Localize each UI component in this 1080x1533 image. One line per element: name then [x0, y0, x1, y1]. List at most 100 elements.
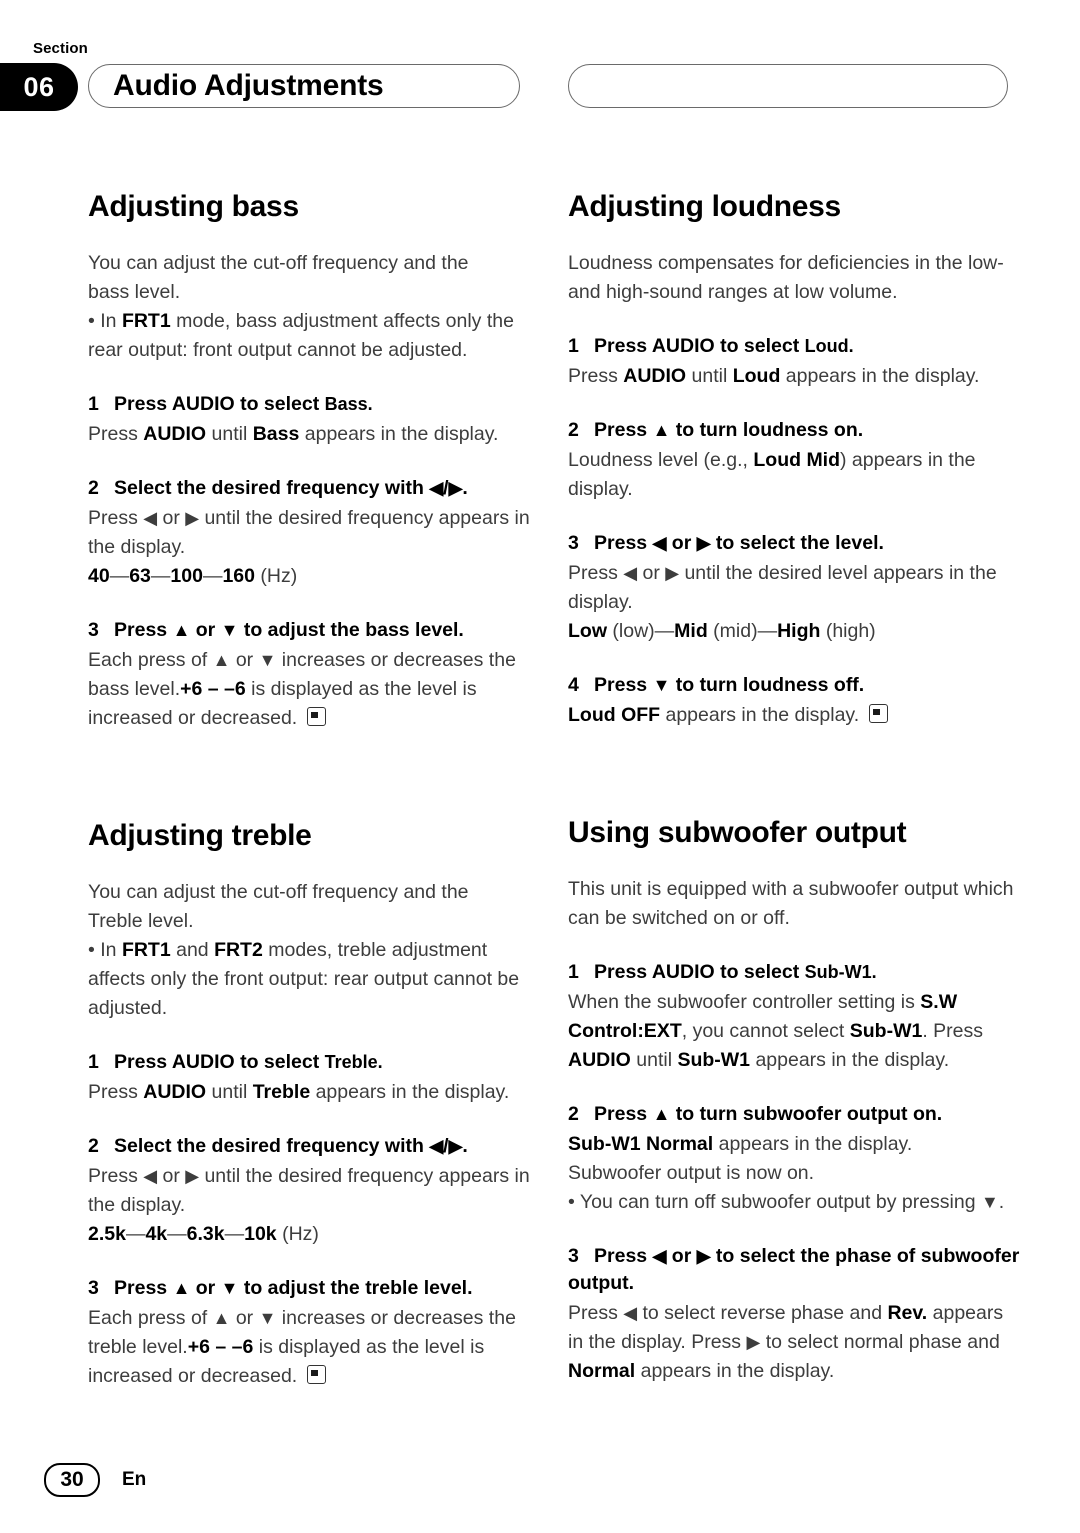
step-number: 2	[88, 477, 99, 499]
section-label: Section	[33, 40, 88, 57]
left-arrow-icon: ◀	[429, 1136, 444, 1156]
up-arrow-icon: ▲	[212, 1308, 231, 1328]
step-number: 1	[568, 335, 579, 357]
step-body: Loud OFF appears in the display.	[568, 701, 1020, 730]
left-arrow-icon: ◀	[143, 508, 158, 528]
right-column: Adjusting loudness Loudness compensates …	[568, 190, 1020, 1386]
step-heading: 3 Press ◀ or ▶ to select the phase of sub…	[568, 1245, 1020, 1294]
step-item: 3 Press ▲ or ▼ to adjust the treble level…	[88, 1275, 540, 1391]
section-heading: Adjusting loudness	[568, 190, 841, 223]
step-item: 4 Press ▼ to turn loudness off. Loud OFF …	[568, 672, 1020, 730]
left-arrow-icon: ◀	[652, 1246, 667, 1266]
section-intro: Loudness compensates for deficiencies in…	[568, 252, 1004, 303]
section-using-subwoofer-output: Using subwoofer output This unit is equi…	[568, 816, 1020, 1386]
up-arrow-icon: ▲	[652, 420, 671, 440]
page-number-badge: 30	[44, 1463, 100, 1497]
step-body: Each press of ▲ or ▼ increases or decrea…	[88, 649, 516, 729]
step-item: 2 Press ▲ to turn loudness on. Loudness l…	[568, 417, 1020, 504]
right-arrow-icon: ▶	[696, 533, 711, 553]
step-item: 3 Press ◀ or ▶ to select the phase of sub…	[568, 1243, 1020, 1386]
down-arrow-icon: ▼	[652, 675, 671, 695]
section-adjusting-bass: Adjusting bass You can adjust the cut-of…	[88, 190, 540, 733]
step-body: Press AUDIO until Treble appears in the …	[88, 1081, 510, 1103]
step-body: Each press of ▲ or ▼ increases or decrea…	[88, 1307, 516, 1387]
step-item: 1 Press AUDIO to select Bass. Press AUDIO…	[88, 391, 540, 449]
step-item: 1 Press AUDIO to select Treble. Press AUD…	[88, 1049, 540, 1107]
step-heading: 1 Press AUDIO to select Treble.	[88, 1049, 540, 1076]
step-heading: 3 Press ▲ or ▼ to adjust the treble level…	[88, 1275, 540, 1302]
step-number: 3	[88, 619, 99, 641]
up-arrow-icon: ▲	[212, 650, 231, 670]
step-number: 1	[568, 961, 579, 983]
step-heading: 2 Press ▲ to turn subwoofer output on.	[568, 1101, 1020, 1128]
step-number: 1	[88, 1051, 99, 1073]
page-title-pill: Audio Adjustments	[88, 64, 520, 108]
section-number: 06	[23, 71, 55, 102]
step-heading: 3 Press ◀ or ▶ to select the level.	[568, 530, 1020, 557]
section-number-tab: 06	[0, 63, 78, 111]
end-of-section-icon	[868, 704, 888, 723]
down-arrow-icon: ▼	[258, 650, 277, 670]
step-item: 1 Press AUDIO to select Loud. Press AUDIO…	[568, 333, 1020, 391]
language-label: En	[122, 1469, 147, 1490]
section-intro: You can adjust the cut-off frequency and…	[88, 881, 469, 932]
step-item: 3 Press ▲ or ▼ to adjust the bass level. …	[88, 617, 540, 733]
right-arrow-icon: ▶	[448, 478, 463, 498]
step-heading: 2 Select the desired frequency with ◀/▶.	[88, 475, 540, 502]
section-heading: Using subwoofer output	[568, 816, 907, 849]
page-number: 30	[60, 1468, 84, 1491]
step-number: 4	[568, 674, 579, 696]
end-of-section-icon	[306, 707, 326, 726]
step-item: 1 Press AUDIO to select Sub-W1. When the …	[568, 959, 1020, 1075]
step-body: Press ◀ or ▶ until the desired frequency…	[88, 507, 530, 558]
step-body: Loudness level (e.g., Loud Mid) appears …	[568, 449, 976, 500]
step-heading: 1 Press AUDIO to select Loud.	[568, 333, 1020, 360]
step-number: 2	[88, 1135, 99, 1157]
section-intro: This unit is equipped with a subwoofer o…	[568, 878, 1014, 929]
down-arrow-icon: ▼	[220, 620, 239, 640]
section-bullet: • In FRT1 mode, bass adjustment affects …	[88, 310, 514, 361]
section-heading: Adjusting treble	[88, 819, 312, 852]
column-spacer	[568, 730, 1020, 816]
down-arrow-icon: ▼	[981, 1192, 999, 1212]
step-heading: 3 Press ▲ or ▼ to adjust the bass level.	[88, 617, 540, 644]
step-values: Low (low)—Mid (mid)—High (high)	[568, 620, 876, 642]
step-item: 2 Select the desired frequency with ◀/▶. …	[88, 475, 540, 591]
up-arrow-icon: ▲	[652, 1104, 671, 1124]
step-body: Press AUDIO until Bass appears in the di…	[88, 423, 499, 445]
step-heading: 2 Select the desired frequency with ◀/▶.	[88, 1133, 540, 1160]
section-adjusting-loudness: Adjusting loudness Loudness compensates …	[568, 190, 1020, 730]
page-footer: 30 En	[44, 1463, 146, 1497]
down-arrow-icon: ▼	[220, 1278, 239, 1298]
right-arrow-icon: ▶	[746, 1332, 761, 1352]
step-values: 2.5k—4k—6.3k—10k (Hz)	[88, 1223, 319, 1245]
up-arrow-icon: ▲	[172, 1278, 191, 1298]
left-column: Adjusting bass You can adjust the cut-of…	[88, 190, 540, 1391]
left-arrow-icon: ◀	[652, 533, 667, 553]
step-item: 2 Select the desired frequency with ◀/▶. …	[88, 1133, 540, 1249]
step-bullet: • You can turn off subwoofer output by p…	[568, 1191, 1005, 1213]
up-arrow-icon: ▲	[172, 620, 191, 640]
left-arrow-icon: ◀	[429, 478, 444, 498]
page-title: Audio Adjustments	[113, 69, 384, 102]
step-body: When the subwoofer controller setting is…	[568, 991, 984, 1071]
right-arrow-icon: ▶	[696, 1246, 711, 1266]
right-arrow-icon: ▶	[448, 1136, 463, 1156]
left-arrow-icon: ◀	[143, 1166, 158, 1186]
step-number: 3	[88, 1277, 99, 1299]
down-arrow-icon: ▼	[258, 1308, 277, 1328]
section-heading: Adjusting bass	[88, 190, 299, 223]
left-arrow-icon: ◀	[623, 563, 638, 583]
step-body: Press AUDIO until Loud appears in the di…	[568, 365, 980, 387]
section-adjusting-treble: Adjusting treble You can adjust the cut-…	[88, 819, 540, 1391]
step-body: Press ◀ to select reverse phase and Rev.…	[568, 1302, 1004, 1382]
left-arrow-icon: ◀	[623, 1303, 638, 1323]
section-bullet: • In FRT1 and FRT2 modes, treble adjustm…	[88, 939, 520, 1019]
step-number: 2	[568, 419, 579, 441]
step-number: 1	[88, 393, 99, 415]
section-intro: You can adjust the cut-off frequency and…	[88, 252, 469, 303]
step-number: 3	[568, 532, 579, 554]
step-heading: 2 Press ▲ to turn loudness on.	[568, 417, 1020, 444]
page-title-pill-empty	[568, 64, 1008, 108]
step-item: 2 Press ▲ to turn subwoofer output on. Su…	[568, 1101, 1020, 1217]
